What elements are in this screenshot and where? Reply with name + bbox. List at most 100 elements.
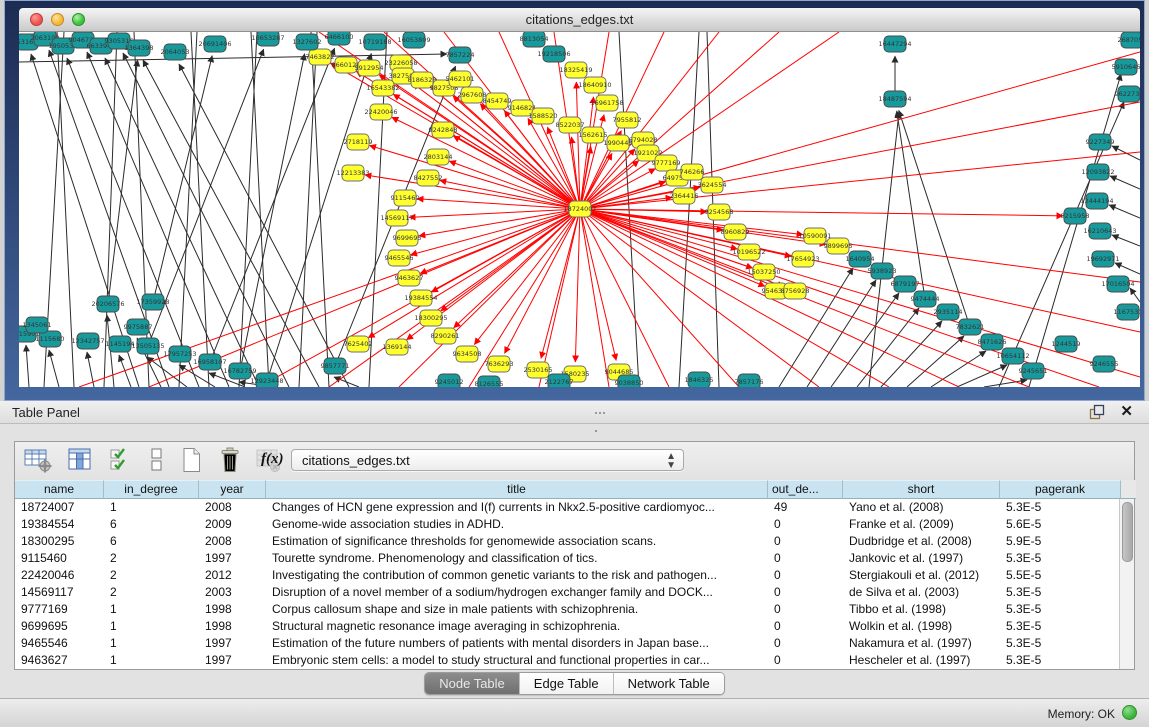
network-node[interactable]: 5912954 (355, 60, 384, 76)
network-node[interactable]: 19218506 (537, 46, 570, 62)
network-node[interactable]: 2803144 (424, 149, 453, 165)
column-header-year[interactable]: year (199, 480, 266, 499)
network-node[interactable]: 7857224 (446, 47, 475, 63)
network-node[interactable]: 18487594 (878, 91, 911, 107)
network-node[interactable]: 12093822 (1081, 164, 1114, 180)
tab-node-table[interactable]: Node Table (425, 673, 520, 694)
network-node[interactable]: 7857176 (735, 374, 764, 387)
network-node[interactable]: 8813054 (520, 32, 549, 47)
split-divider-handle[interactable] (594, 402, 608, 408)
network-node[interactable]: 16961758 (590, 95, 623, 111)
network-node[interactable]: 5938923 (868, 263, 897, 279)
table-row[interactable]: 1872400712008Changes of HCN gene express… (15, 499, 1121, 516)
network-node[interactable]: 9622734 (1115, 86, 1140, 102)
network-node[interactable]: 16447294 (878, 36, 911, 52)
delete-column-icon[interactable] (215, 447, 245, 475)
table-row[interactable]: 911546021997Tourette syndrome. Phenomeno… (15, 550, 1121, 567)
network-node[interactable]: 9465546 (385, 250, 414, 266)
table-row[interactable]: 1938455462009Genome-wide association stu… (15, 516, 1121, 533)
network-node[interactable]: 1364398 (125, 40, 154, 56)
scrollbar-thumb[interactable] (1122, 502, 1133, 562)
network-table-select[interactable]: citations_edges.txt ▲▼ (291, 449, 684, 471)
network-node[interactable]: 1846325 (685, 372, 714, 387)
network-node[interactable]: 18325419 (559, 62, 592, 78)
network-node[interactable]: 1369144 (383, 339, 412, 355)
network-node[interactable]: 1244519 (1052, 336, 1081, 352)
network-node[interactable]: 9463627 (395, 270, 424, 286)
table-row[interactable]: 977716911998Corpus callosum shape and si… (15, 601, 1121, 618)
column-header-pagerank[interactable]: pagerank (1000, 480, 1121, 499)
table-row[interactable]: 1456911722003Disruption of a novel membe… (15, 584, 1121, 601)
close-panel-icon[interactable]: ✕ (1120, 402, 1133, 420)
network-node[interactable]: 18640910 (578, 77, 611, 93)
network-node[interactable]: 20206576 (91, 296, 124, 312)
network-node[interactable]: 9857771 (321, 358, 350, 374)
tab-edge-table[interactable]: Edge Table (520, 673, 614, 694)
network-node[interactable]: 1145194 (106, 336, 135, 352)
network-node[interactable]: 6879197 (891, 276, 920, 292)
function-builder-icon[interactable]: f(x) (261, 451, 284, 468)
memory-status-icon[interactable] (1122, 705, 1137, 720)
column-selection-icon[interactable] (107, 447, 137, 475)
new-column-icon[interactable] (177, 447, 207, 475)
table-row[interactable]: 946554611997Estimation of the future num… (15, 635, 1121, 652)
network-node[interactable]: 9115460 (391, 190, 420, 206)
network-node[interactable]: 12923448 (250, 373, 283, 387)
table-row[interactable]: 1830029562008Estimation of significance … (15, 533, 1121, 550)
network-node[interactable]: 17654923 (786, 251, 819, 267)
network-node[interactable]: 7463822 (306, 49, 335, 65)
network-node[interactable]: 9899695 (824, 238, 853, 254)
network-node[interactable]: 7955812 (613, 112, 642, 128)
table-vertical-scrollbar[interactable] (1119, 499, 1134, 669)
row-mode-icon[interactable] (141, 447, 171, 475)
column-header-out_de[interactable]: out_de... (768, 480, 843, 499)
float-panel-icon[interactable] (1089, 404, 1105, 420)
network-node[interactable]: 9227349 (1086, 134, 1115, 150)
network-node[interactable]: 9242848 (429, 122, 458, 138)
column-header-title[interactable]: title (266, 480, 768, 499)
network-node[interactable]: 8126555 (475, 376, 504, 387)
network-node[interactable]: 8756928 (781, 283, 810, 299)
network-window-titlebar[interactable]: citations_edges.txt (19, 8, 1140, 32)
network-node[interactable]: 9777169 (652, 155, 681, 171)
network-node[interactable]: 8471626 (978, 334, 1007, 350)
network-node[interactable]: 9634508 (453, 346, 482, 362)
network-node[interactable]: 8960829 (721, 224, 750, 240)
network-node[interactable]: 2935114 (934, 304, 963, 320)
network-node[interactable]: 8427552 (414, 170, 443, 186)
network-node[interactable]: 6466100 (325, 32, 354, 45)
table-options-icon[interactable] (23, 447, 53, 475)
network-node[interactable]: 19692971 (1086, 251, 1119, 267)
network-node[interactable]: 9474444 (911, 291, 940, 307)
network-node[interactable]: 5462101 (446, 71, 475, 87)
network-node[interactable]: 8290261 (431, 328, 460, 344)
network-node[interactable]: 2122767 (545, 374, 574, 387)
network-canvas[interactable]: 1872400774638228660128591295423226058382… (19, 32, 1140, 387)
network-node[interactable]: 9245651 (1019, 363, 1048, 379)
table-row[interactable]: 2242004622012Investigating the contribut… (15, 567, 1121, 584)
column-header-short[interactable]: short (843, 480, 1000, 499)
network-node[interactable]: 16053809 (397, 32, 430, 48)
network-node[interactable]: 9699695 (393, 230, 422, 246)
network-node[interactable]: 10196522 (732, 244, 765, 260)
network-node[interactable]: 2064053 (161, 44, 190, 60)
network-node[interactable]: 746266 (680, 164, 705, 180)
network-node[interactable]: 1345061 (23, 317, 52, 333)
network-node[interactable]: 16210643 (1083, 223, 1116, 239)
network-node[interactable]: 7832621 (956, 319, 985, 335)
network-node[interactable]: 12342757 (71, 333, 104, 349)
network-node[interactable]: 2364416 (670, 188, 699, 204)
network-node[interactable]: 1167530 (1114, 304, 1140, 320)
column-header-in_degree[interactable]: in_degree (104, 480, 199, 499)
network-node[interactable]: 17957253 (163, 346, 196, 362)
network-node[interactable]: 9245012 (435, 374, 464, 387)
network-node[interactable]: 12213383 (336, 165, 369, 181)
network-node[interactable]: 5910646 (1112, 59, 1140, 75)
network-node[interactable]: 17359928 (136, 294, 169, 310)
network-node[interactable]: 17016504 (1101, 276, 1134, 292)
network-node[interactable]: 9038850 (615, 375, 644, 387)
network-node[interactable]: 7636293 (485, 356, 514, 372)
network-node[interactable]: 20691406 (198, 36, 231, 52)
network-node[interactable]: 2530165 (524, 362, 553, 378)
network-node[interactable]: 3624554 (698, 177, 727, 193)
